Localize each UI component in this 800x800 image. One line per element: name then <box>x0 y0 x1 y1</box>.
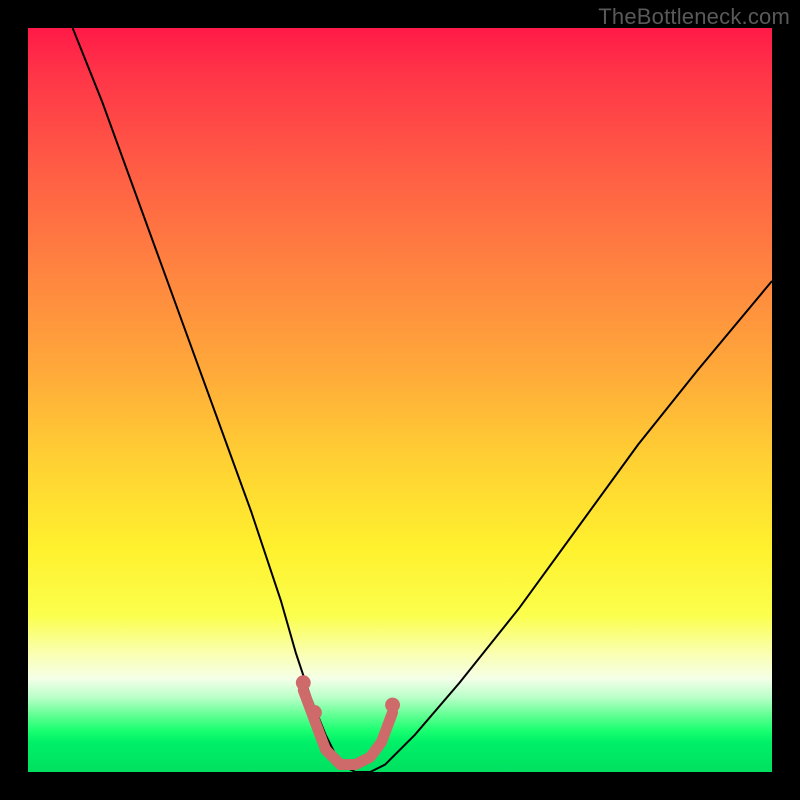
plot-area: path[data-name="bottleneck-curve"] { str… <box>28 28 772 772</box>
dip-marker-dot <box>296 675 311 690</box>
watermark-text: TheBottleneck.com <box>598 4 790 30</box>
curve-layer: path[data-name="bottleneck-curve"] { str… <box>28 28 772 772</box>
dip-markers <box>303 690 392 764</box>
bottleneck-curve <box>73 28 772 772</box>
dip-marker-dot <box>307 705 322 720</box>
dip-marker-dot <box>385 698 400 713</box>
chart-frame: path[data-name="bottleneck-curve"] { str… <box>0 0 800 800</box>
